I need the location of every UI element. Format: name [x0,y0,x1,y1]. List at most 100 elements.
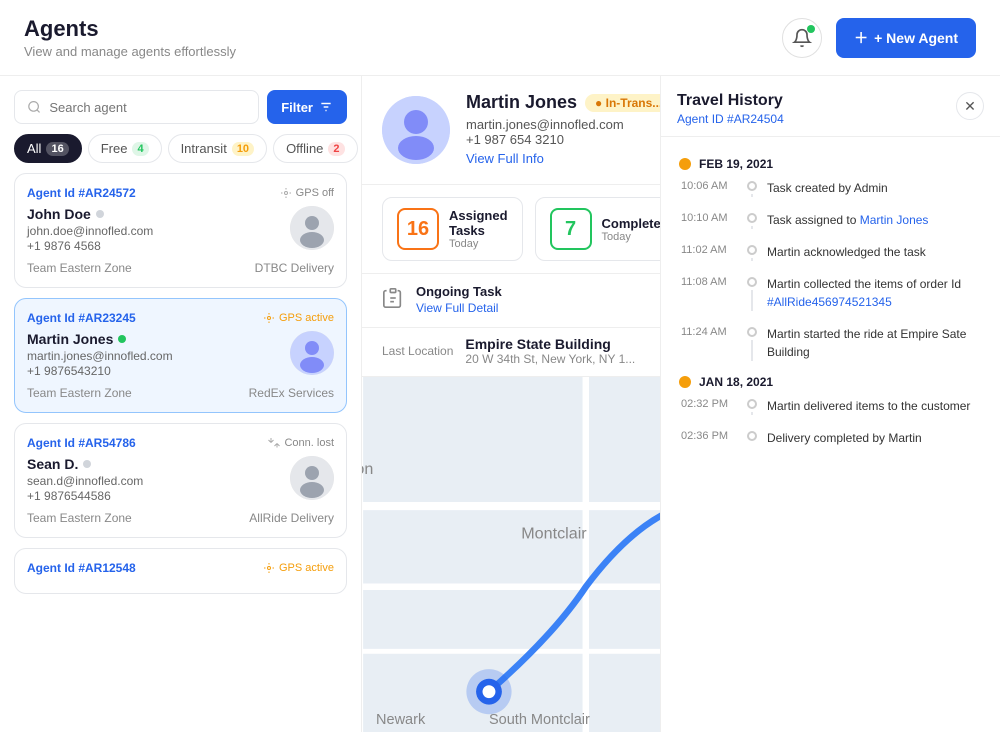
timeline-dot [747,181,757,191]
stat-num-completed: 7 [550,208,592,250]
search-input[interactable] [49,100,246,115]
timeline-item: 10:06 AM Task created by Admin [677,179,984,197]
sidebar: Filter All 16 Free 4 Intransit 10 Offlin… [0,76,362,732]
agent-info: Martin Jones martin.jones@innofled.com +… [27,331,334,378]
agents-list: Agent Id #AR24572 GPS off John Doe john.… [0,173,361,732]
agent-info: Sean D. sean.d@innofled.com +1 987654458… [27,456,334,503]
agent-email: sean.d@innofled.com [27,474,143,488]
list-item[interactable]: Agent Id #AR24572 GPS off John Doe john.… [14,173,347,288]
agent-email: john.doe@innofled.com [27,224,153,238]
task-icon [382,287,404,315]
agent-gps-status: GPS off [280,187,334,199]
list-item[interactable]: Agent Id #AR54786 Conn. lost Sean D. sea… [14,423,347,538]
status-dot [96,210,104,218]
timeline-item: 02:36 PM Delivery completed by Martin [677,429,984,447]
notification-dot [807,25,815,33]
svg-text:Montclair: Montclair [521,524,587,542]
agent-service: DTBC Delivery [255,261,334,275]
travel-history-title: Travel History [677,92,784,110]
timeline-dot [747,399,757,409]
travel-history-panel: Travel History Agent ID #AR24504 ✕ FEB 1… [660,76,1000,732]
filter-button[interactable]: Filter [267,90,347,124]
agent-info: John Doe john.doe@innofled.com +1 9876 4… [27,206,334,253]
list-item[interactable]: Agent Id #AR12548 GPS active [14,548,347,594]
tab-free[interactable]: Free 4 [88,134,162,163]
search-input-wrap[interactable] [14,90,259,124]
tab-intransit[interactable]: Intransit 10 [168,134,268,163]
search-bar: Filter [0,76,361,134]
header-left: Agents View and manage agents effortless… [24,16,236,59]
agent-phone: +1 9876543210 [27,364,173,378]
location-name: Empire State Building [465,336,635,352]
tab-all[interactable]: All 16 [14,134,82,163]
agent-card-header: Agent Id #AR23245 GPS active [27,311,334,325]
view-full-info-link[interactable]: View Full Info [466,151,544,166]
agent-team: Team Eastern Zone [27,261,132,275]
filter-label: Filter [281,100,313,115]
agent-footer: Team Eastern Zone DTBC Delivery [27,261,334,275]
travel-history-scroll[interactable]: FEB 19, 2021 10:06 AM Task created by Ad… [661,137,1000,732]
timeline-dot [747,327,757,337]
conn-icon [268,437,280,449]
agent-id: Agent Id #AR12548 [27,561,136,575]
new-agent-button[interactable]: ＋ + New Agent [836,18,976,58]
agent-gps-status: GPS active [263,312,334,324]
agent-gps-status: GPS active [263,562,334,574]
agent-id: Agent Id #AR24572 [27,186,136,200]
date-marker: JAN 18, 2021 [677,375,984,389]
agent-team: Team Eastern Zone [27,386,132,400]
agent-id: Agent Id #AR23245 [27,311,136,325]
plus-icon: ＋ [854,28,868,48]
stat-card-assigned: 16 Assigned Tasks Today [382,197,523,261]
main-layout: Filter All 16 Free 4 Intransit 10 Offlin… [0,76,1000,732]
status-dot [83,460,91,468]
agent-phone: +1 9876 4568 [27,239,153,253]
travel-history-agent-id: Agent ID #AR24504 [677,112,784,126]
agent-id: Agent Id #AR54786 [27,436,136,450]
new-agent-label: + New Agent [874,30,958,46]
close-travel-history-button[interactable]: ✕ [956,92,984,120]
timeline-link[interactable]: #AllRide456974521345 [767,295,892,309]
date-dot [679,376,691,388]
agent-footer: Team Eastern Zone AllRide Delivery [27,511,334,525]
avatar [290,456,334,500]
gps-icon [263,562,275,574]
location-label: Last Location [382,344,453,358]
tabs-bar: All 16 Free 4 Intransit 10 Offline 2 [0,134,361,173]
list-item[interactable]: Agent Id #AR23245 GPS active Martin Jone… [14,298,347,413]
timeline-item: 10:10 AM Task assigned to Martin Jones [677,211,984,229]
timeline-item: 02:32 PM Martin delivered items to the c… [677,397,984,415]
agent-name: Sean D. [27,456,143,472]
view-full-detail-link[interactable]: View Full Detail [416,301,498,315]
search-icon [27,99,41,115]
header: Agents View and manage agents effortless… [0,0,1000,76]
agent-email: martin.jones@innofled.com [27,349,173,363]
tab-offline[interactable]: Offline 2 [273,134,357,163]
clipboard-icon [382,287,404,309]
gps-icon [263,312,275,324]
agent-service: RedEx Services [249,386,334,400]
agent-phone: +1 9876544586 [27,489,143,503]
timeline-dot [747,213,757,223]
agent-card-header: Agent Id #AR24572 GPS off [27,186,334,200]
agent-card-header: Agent Id #AR12548 GPS active [27,561,334,575]
content-panel: Martin Jones ● In-Trans... martin.jones@… [362,76,1000,732]
stat-num-assigned: 16 [397,208,439,250]
agent-service: AllRide Delivery [249,511,334,525]
location-address: 20 W 34th St, New York, NY 1... [465,352,635,366]
notification-button[interactable] [782,18,822,58]
agent-gps-status: Conn. lost [268,437,334,449]
timeline-dot [747,431,757,441]
timeline-item: 11:24 AM Martin started the ride at Empi… [677,325,984,361]
page-subtitle: View and manage agents effortlessly [24,44,236,59]
status-dot [118,335,126,343]
agent-photo [382,96,450,164]
timeline-link[interactable]: Martin Jones [860,213,929,227]
timeline-item: 11:02 AM Martin acknowledged the task [677,243,984,261]
agent-footer: Team Eastern Zone RedEx Services [27,386,334,400]
svg-text:Newark: Newark [376,712,426,728]
avatar [290,206,334,250]
gps-icon [280,187,292,199]
timeline-dot [747,277,757,287]
svg-text:Clifton: Clifton [362,460,373,478]
